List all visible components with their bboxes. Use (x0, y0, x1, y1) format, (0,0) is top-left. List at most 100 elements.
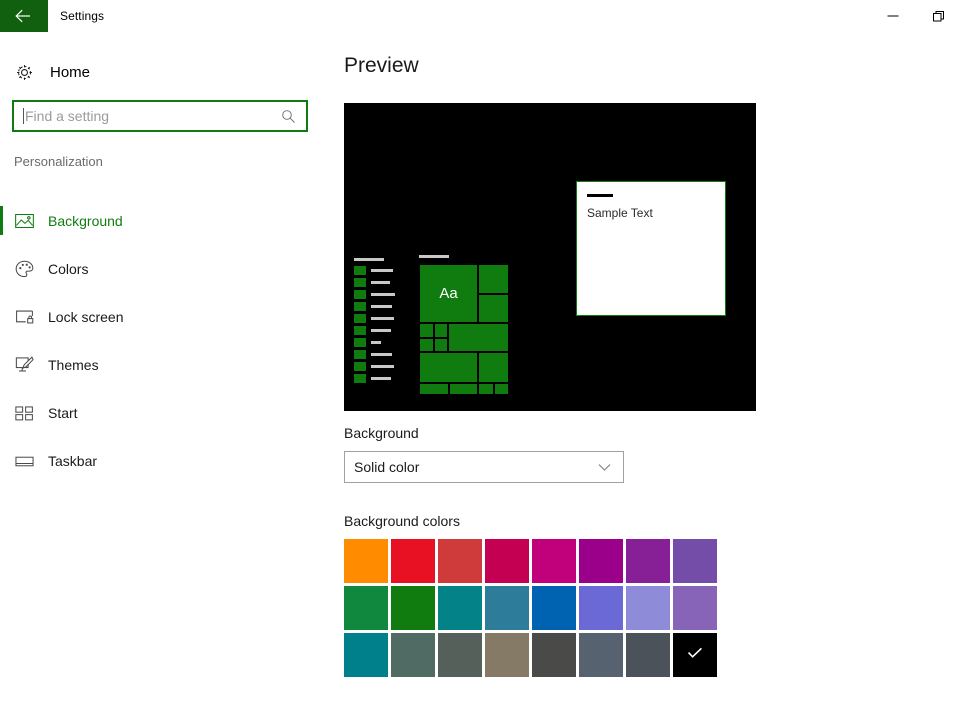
color-swatch-khaki[interactable] (485, 633, 529, 677)
background-type-value: Solid color (354, 459, 420, 475)
background-type-dropdown[interactable]: Solid color (344, 451, 624, 483)
color-swatch-green[interactable] (344, 586, 388, 630)
color-swatch-magenta[interactable] (532, 539, 576, 583)
palette-icon (0, 260, 48, 278)
sidebar-item-themes[interactable]: Themes (0, 341, 330, 389)
minimize-icon (887, 10, 899, 22)
color-swatch-dark-teal[interactable] (344, 633, 388, 677)
start-tiles-icon (0, 405, 48, 421)
preview-tile (478, 264, 509, 294)
sidebar-item-start[interactable]: Start (0, 389, 330, 437)
home-label: Home (50, 63, 91, 81)
check-icon (687, 646, 703, 664)
color-swatch-dark-slate[interactable] (626, 633, 670, 677)
sidebar-item-label: Taskbar (48, 453, 98, 469)
preview-tile (448, 323, 509, 352)
preview-tile (419, 337, 434, 352)
preview-app-list (354, 258, 395, 386)
color-swatch-mauve-purple[interactable] (673, 586, 717, 630)
window-title: Settings (60, 9, 105, 23)
app-list-row (354, 278, 395, 287)
color-swatch-dark-green[interactable] (391, 586, 435, 630)
chevron-down-icon (598, 463, 611, 472)
color-swatch-dark-gray[interactable] (532, 633, 576, 677)
app-list-row (354, 314, 395, 323)
sidebar: Home Find a setting Personalization Back… (0, 32, 330, 707)
background-colors-label: Background colors (344, 513, 460, 529)
lock-screen-icon (0, 309, 48, 325)
app-list-row (354, 350, 395, 359)
preview-sample-window: Sample Text (576, 181, 726, 316)
preview-tile (449, 383, 478, 395)
back-button[interactable] (0, 0, 48, 32)
sidebar-item-colors[interactable]: Colors (0, 245, 330, 293)
color-swatch-olive-gray[interactable] (438, 633, 482, 677)
background-label: Background (344, 425, 419, 441)
preview-tile (433, 337, 448, 352)
color-swatch-orange[interactable] (344, 539, 388, 583)
color-swatch-steel-blue[interactable] (485, 586, 529, 630)
preview-tile (419, 323, 434, 338)
preview-tile (478, 293, 509, 323)
gear-icon (0, 63, 48, 82)
sidebar-item-label: Themes (48, 357, 99, 373)
app-list-row (354, 290, 395, 299)
tiles-header-line (419, 255, 449, 258)
main-content: Preview Aa Sample Text Background Solid … (330, 32, 962, 707)
sidebar-item-background[interactable]: Background (0, 197, 330, 245)
taskbar-icon (0, 455, 48, 468)
title-bar: Settings (0, 0, 962, 32)
color-swatch-crimson[interactable] (485, 539, 529, 583)
sidebar-item-label: Colors (48, 261, 89, 277)
preview-tile (478, 383, 494, 395)
sidebar-item-label: Background (48, 213, 123, 229)
color-swatch-periwinkle[interactable] (579, 586, 623, 630)
color-swatch-brick-red[interactable] (438, 539, 482, 583)
app-list-row (354, 338, 395, 347)
color-swatch-sage[interactable] (391, 633, 435, 677)
preview-tile (494, 383, 509, 395)
category-label: Personalization (14, 154, 103, 169)
back-arrow-icon (14, 9, 34, 23)
settings-window: Settings Home Find a setting Personaliza… (0, 0, 962, 707)
sidebar-item-lock-screen[interactable]: Lock screen (0, 293, 330, 341)
app-list-row (354, 374, 395, 383)
sidebar-item-home[interactable]: Home (0, 52, 330, 92)
search-input[interactable]: Find a setting (12, 100, 308, 132)
restore-button[interactable] (916, 0, 962, 32)
app-list-row (354, 362, 395, 371)
sidebar-item-taskbar[interactable]: Taskbar (0, 437, 330, 485)
color-swatch-violet[interactable] (626, 539, 670, 583)
color-swatch-light-periwinkle[interactable] (626, 586, 670, 630)
picture-icon (0, 213, 48, 229)
app-list-header-line (354, 258, 384, 261)
preview-tile (433, 323, 448, 338)
sample-window-title-bar (587, 194, 613, 197)
preview-tile-letters: Aa (419, 264, 478, 323)
sidebar-nav: Background Colors Lock screen Themes Sta… (0, 197, 330, 485)
preview-tile (478, 352, 509, 383)
minimize-button[interactable] (870, 0, 916, 32)
background-colors-grid (344, 539, 717, 677)
color-swatch-light-purple[interactable] (673, 539, 717, 583)
app-list-row (354, 302, 395, 311)
sample-window-text: Sample Text (587, 206, 653, 220)
selection-accent-bar (0, 206, 3, 235)
color-swatch-blue[interactable] (532, 586, 576, 630)
color-swatch-black[interactable] (673, 633, 717, 677)
preview-panel: Aa Sample Text (344, 103, 756, 411)
preview-start-tiles: Aa (419, 255, 509, 395)
color-swatch-slate-blue-gray[interactable] (579, 633, 623, 677)
app-list-row (354, 266, 395, 275)
search-icon[interactable] (281, 109, 296, 124)
caption-buttons (870, 0, 962, 32)
search-placeholder: Find a setting (25, 108, 110, 124)
color-swatch-red[interactable] (391, 539, 435, 583)
color-swatch-purple[interactable] (579, 539, 623, 583)
sidebar-item-label: Start (48, 405, 78, 421)
page-title: Preview (344, 54, 419, 77)
color-swatch-teal[interactable] (438, 586, 482, 630)
preview-tile (419, 352, 478, 383)
restore-icon (933, 10, 945, 22)
app-list-row (354, 326, 395, 335)
